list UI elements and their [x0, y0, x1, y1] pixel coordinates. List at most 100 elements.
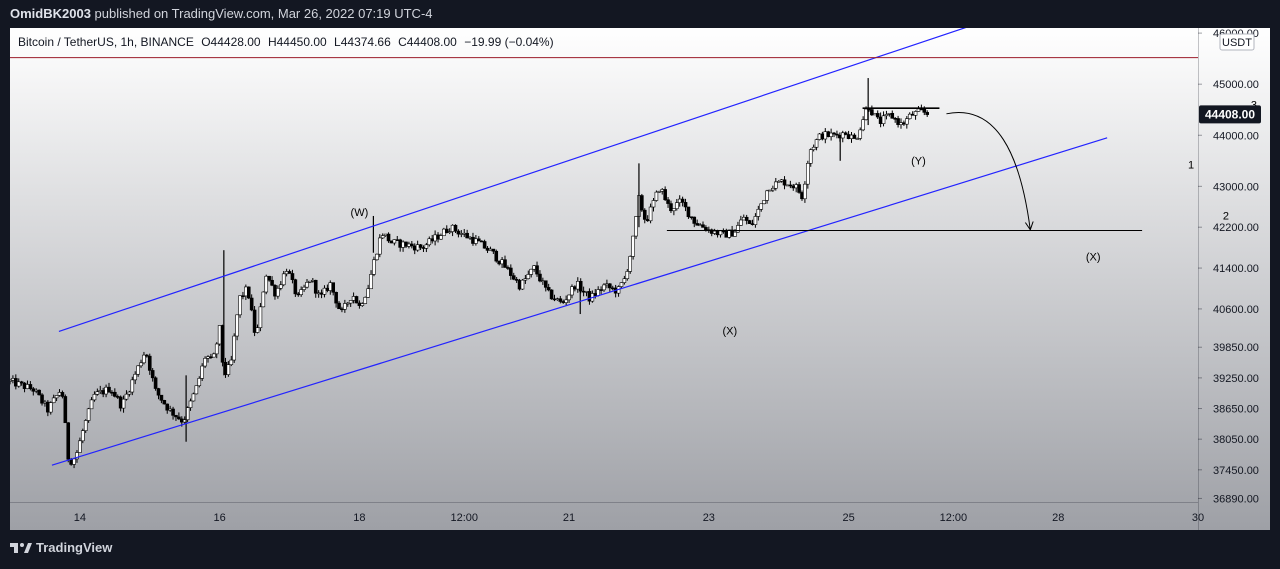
candle-body	[765, 190, 769, 201]
candle-body	[395, 239, 400, 241]
close-label: C	[398, 35, 407, 49]
author-name[interactable]: OmidBK2003	[10, 6, 91, 21]
candle-body	[133, 373, 138, 381]
candle-body	[273, 284, 277, 297]
candle-body	[299, 289, 303, 295]
candle-body	[311, 279, 315, 282]
candle-body	[509, 267, 513, 276]
candle-body	[40, 394, 44, 404]
candle-body	[366, 288, 370, 298]
candle-body	[523, 278, 528, 281]
candle-body	[113, 391, 117, 397]
candle-body	[174, 415, 178, 418]
candle-body	[124, 393, 129, 400]
candle-body	[456, 230, 461, 235]
candle-body	[520, 279, 525, 290]
candle-body	[788, 184, 793, 187]
candle-body	[363, 296, 368, 304]
candle-body	[296, 293, 301, 296]
candle-body	[188, 400, 193, 408]
candle-body	[797, 184, 801, 193]
candle-body	[121, 398, 126, 409]
candle-body	[372, 259, 376, 275]
candle-body	[357, 302, 362, 306]
candle-body	[672, 208, 676, 212]
candle-body	[229, 359, 234, 365]
candle-body	[139, 362, 143, 367]
candle-body	[107, 386, 111, 393]
last-price-label: 44408.00	[1199, 105, 1261, 124]
candle-body	[689, 216, 694, 219]
candle-body	[261, 291, 266, 308]
candle-body	[51, 397, 56, 403]
candle-body	[369, 274, 373, 290]
candle-body	[811, 146, 816, 151]
tradingview-brand[interactable]: TradingView	[10, 530, 112, 566]
candle-body	[625, 271, 630, 279]
candle-body	[293, 279, 298, 295]
candle-body	[110, 391, 114, 394]
candle-body	[776, 180, 781, 183]
chart-frame[interactable]: 46000.0045000.0044000.0043000.0042200.00…	[10, 28, 1270, 530]
candle-body	[194, 385, 199, 395]
price-tick-label: 38050.00	[1213, 434, 1259, 446]
candle-body	[803, 183, 807, 200]
candle-body	[389, 240, 394, 244]
candle-body	[503, 259, 507, 268]
candle-body	[555, 298, 560, 301]
candle-body	[741, 216, 746, 221]
candle-body	[680, 198, 685, 203]
candle-body	[840, 132, 845, 139]
candle-body	[92, 394, 97, 401]
candle-body	[162, 400, 167, 405]
candle-body	[829, 132, 833, 137]
last-price-value: 44408.00	[1205, 107, 1255, 121]
candle-body	[925, 112, 930, 115]
candle-body	[37, 389, 41, 396]
wave-label: (W)	[351, 207, 369, 219]
candle-body	[599, 289, 603, 291]
candle-body	[686, 206, 691, 218]
candle-body	[354, 296, 359, 304]
candle-body	[602, 284, 606, 291]
candle-body	[191, 393, 196, 402]
candle-body	[80, 430, 85, 442]
candle-body	[648, 206, 653, 222]
legend-symbol[interactable]: Bitcoin / TetherUS, 1h, BINANCE	[18, 35, 194, 49]
candle-body	[535, 265, 539, 275]
candle-body	[669, 203, 673, 212]
candle-body	[875, 113, 880, 118]
legend-high: 44450.00	[276, 35, 327, 49]
candle-body	[910, 113, 915, 116]
price-tick-label: 40600.00	[1213, 304, 1259, 316]
candle-body	[246, 286, 251, 299]
price-tick-label: 38650.00	[1213, 404, 1259, 416]
candle-body	[447, 231, 452, 233]
candle-body	[532, 265, 536, 270]
candle-body	[127, 391, 132, 395]
candle-body	[704, 227, 708, 231]
candle-body	[197, 378, 202, 387]
open-label: O	[201, 35, 211, 49]
candle-body	[232, 335, 237, 361]
wave-label: 2	[1223, 211, 1229, 223]
candle-body	[488, 248, 493, 251]
candle-body	[905, 118, 909, 125]
candle-body	[695, 223, 699, 226]
candle-body	[267, 275, 271, 281]
candle-body	[142, 354, 146, 364]
candle-body	[337, 302, 341, 310]
price-chart[interactable]: 46000.0045000.0044000.0043000.0042200.00…	[10, 28, 1270, 530]
candle-body	[567, 294, 571, 301]
candle-body	[727, 229, 732, 238]
currency-badge[interactable]: USDT	[1219, 33, 1255, 51]
candle-body	[852, 134, 857, 139]
candle-body	[514, 278, 519, 281]
wave-label: 1	[1188, 159, 1194, 171]
price-tick-label: 44000.00	[1213, 130, 1259, 142]
candle-body	[564, 299, 568, 303]
candle-body	[593, 293, 598, 296]
candle-body	[674, 202, 679, 210]
candle-body	[281, 273, 286, 286]
candle-body	[410, 243, 414, 247]
